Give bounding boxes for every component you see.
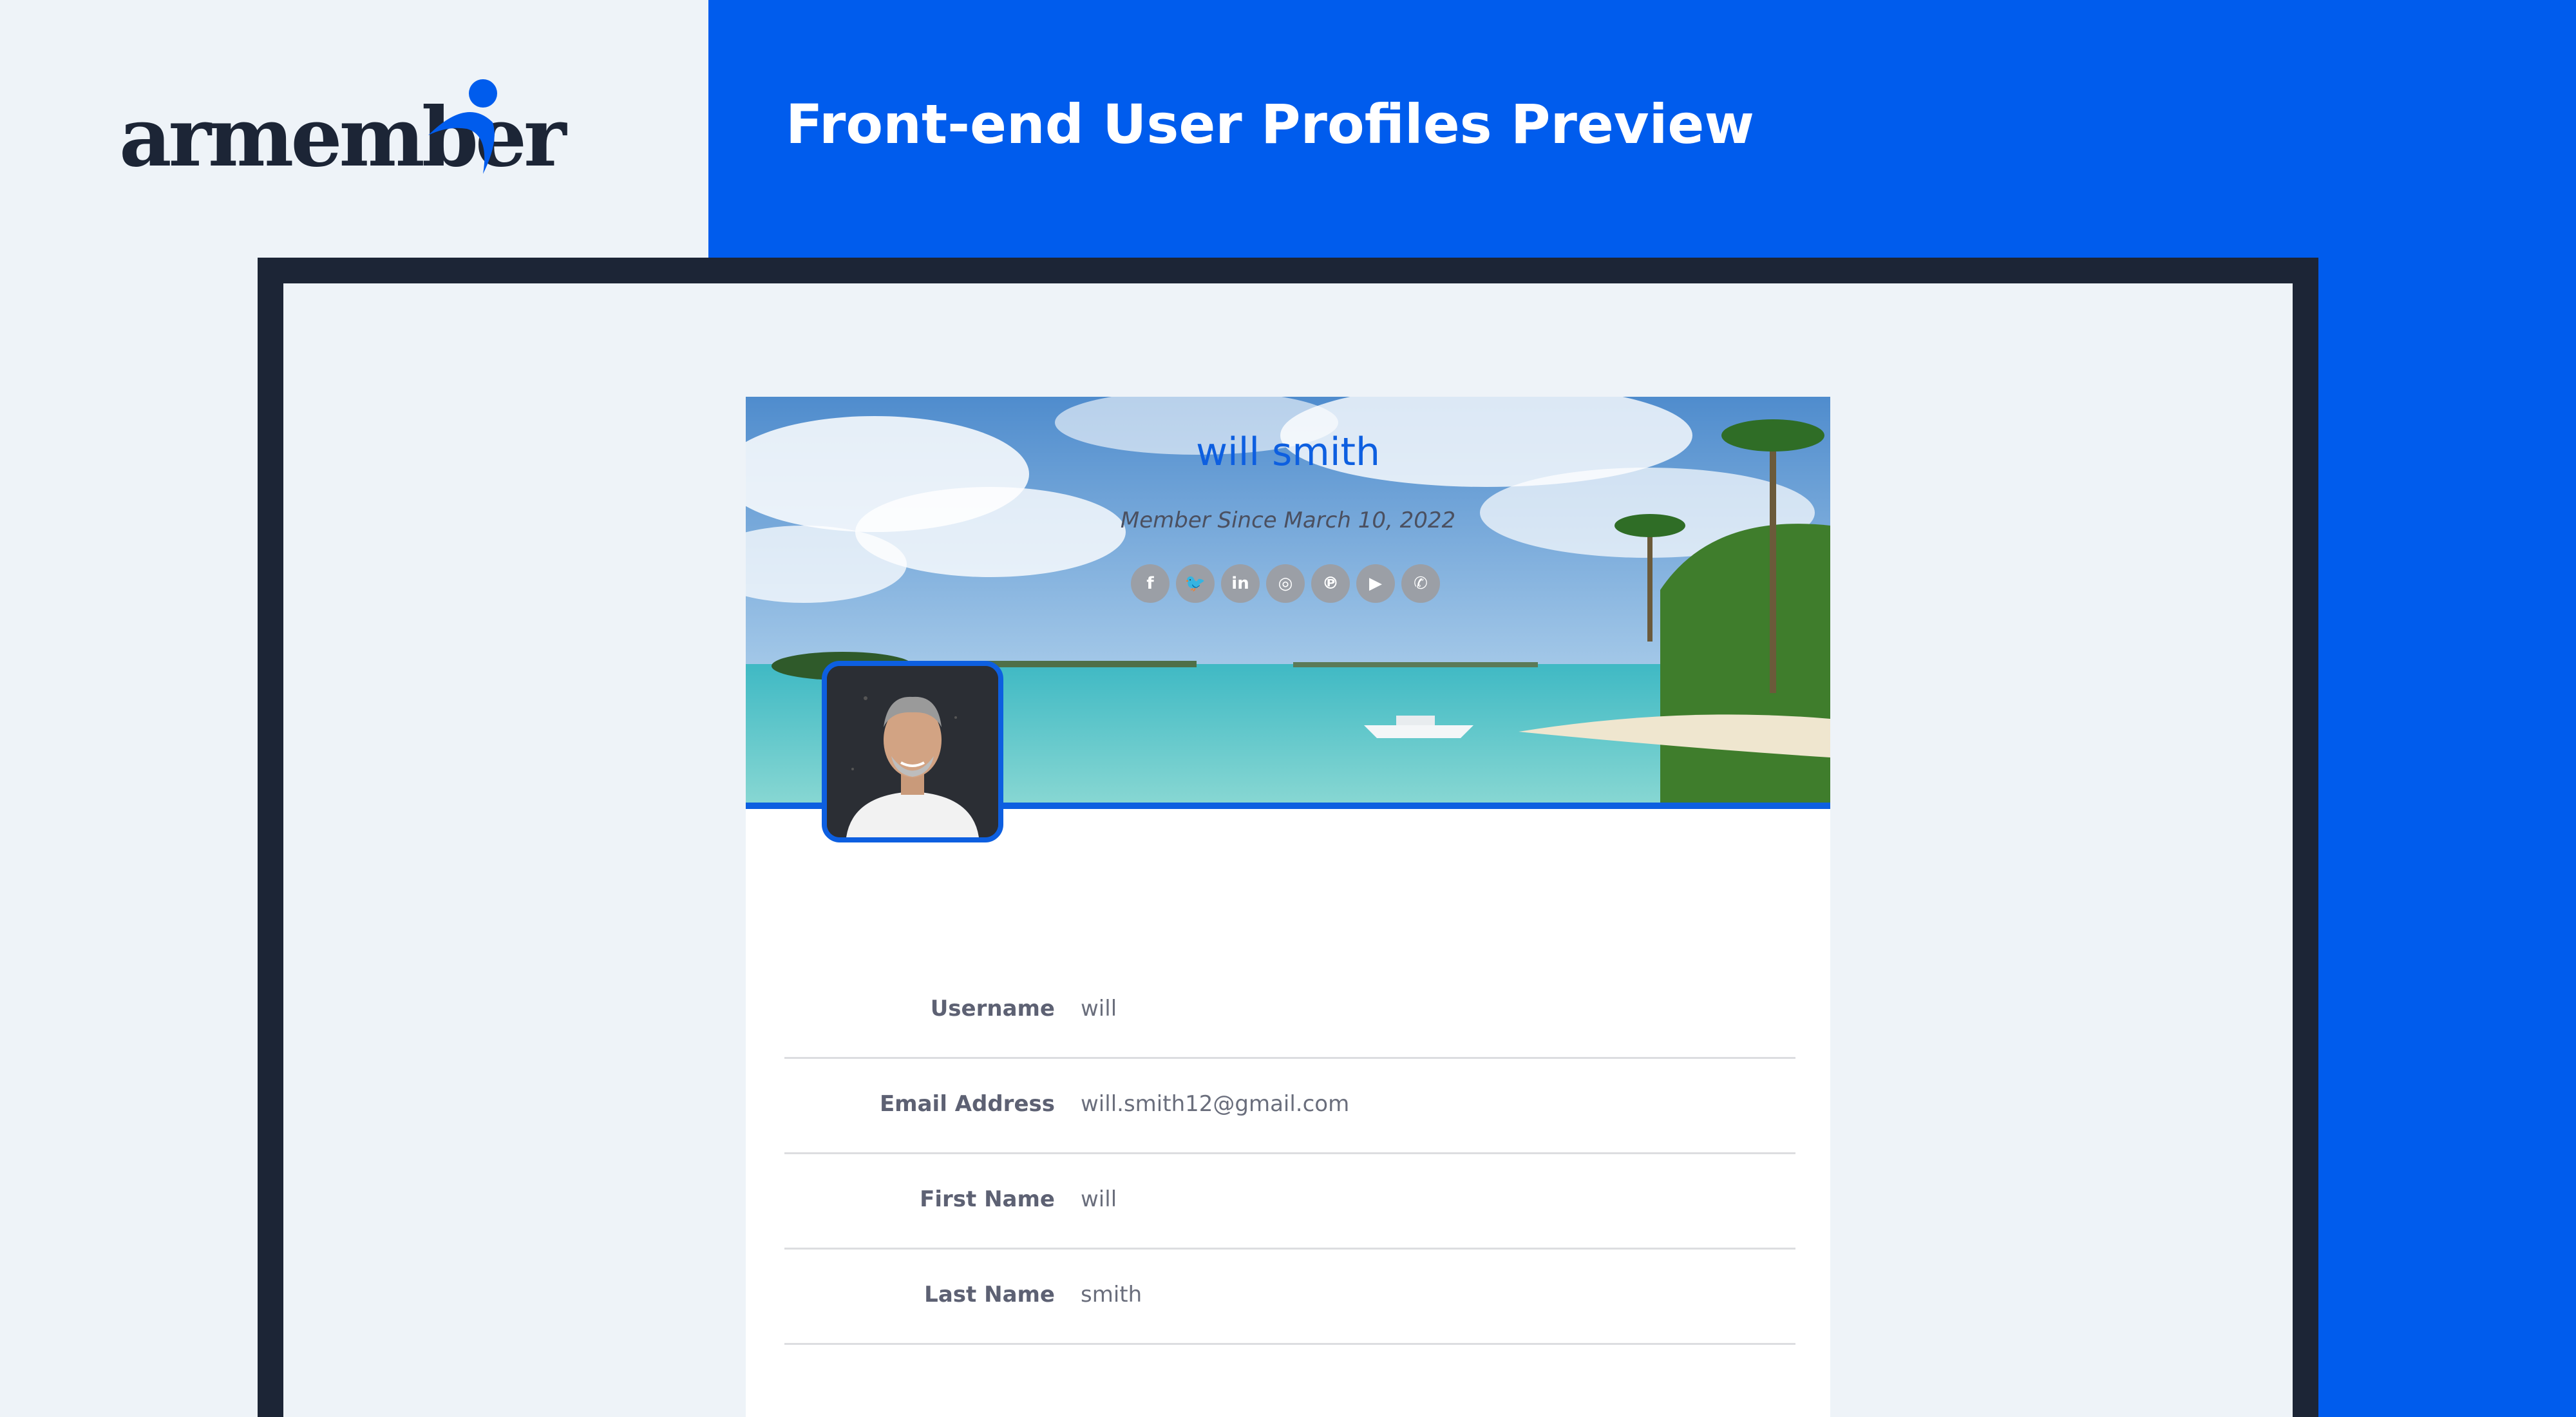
member-since-text: Member Since March 10, 2022 bbox=[1120, 508, 1456, 533]
armember-logo: armember bbox=[119, 71, 566, 180]
field-label: Email Address bbox=[879, 1091, 1055, 1117]
profile-fields: Username will Email Address will.smith12… bbox=[784, 964, 1795, 1345]
field-row-last-name: Last Name smith bbox=[784, 1250, 1795, 1345]
instagram-icon[interactable]: ◎ bbox=[1266, 564, 1305, 603]
field-value: will.smith12@gmail.com bbox=[1081, 1091, 1350, 1117]
field-value: will bbox=[1081, 1186, 1117, 1212]
field-label: First Name bbox=[920, 1186, 1055, 1212]
youtube-glyph: ▶ bbox=[1369, 574, 1382, 593]
linkedin-glyph: in bbox=[1231, 574, 1249, 593]
instagram-glyph: ◎ bbox=[1278, 574, 1293, 593]
field-row-email: Email Address will.smith12@gmail.com bbox=[784, 1059, 1795, 1154]
facebook-glyph: f bbox=[1146, 574, 1154, 593]
field-value: smith bbox=[1081, 1282, 1142, 1308]
linkedin-icon[interactable]: in bbox=[1221, 564, 1260, 603]
facebook-icon[interactable]: f bbox=[1131, 564, 1170, 603]
pinterest-glyph: ℗ bbox=[1322, 574, 1339, 593]
field-label: Username bbox=[930, 996, 1055, 1022]
youtube-icon[interactable]: ▶ bbox=[1356, 564, 1395, 603]
logo-figure-icon bbox=[428, 79, 497, 174]
profile-card: will smith Member Since March 10, 2022 f… bbox=[746, 397, 1830, 1417]
whatsapp-icon[interactable]: ✆ bbox=[1401, 564, 1440, 603]
pinterest-icon[interactable]: ℗ bbox=[1311, 564, 1350, 603]
twitter-glyph: 🐦 bbox=[1184, 574, 1206, 593]
field-row-first-name: First Name will bbox=[784, 1154, 1795, 1250]
profile-name: will smith bbox=[1195, 430, 1381, 475]
whatsapp-glyph: ✆ bbox=[1414, 574, 1428, 593]
page-title: Front-end User Profiles Preview bbox=[786, 93, 1755, 156]
avatar-portrait-image bbox=[827, 666, 998, 837]
field-value: will bbox=[1081, 996, 1117, 1022]
field-row-username: Username will bbox=[784, 964, 1795, 1059]
field-label: Last Name bbox=[924, 1282, 1055, 1308]
avatar[interactable] bbox=[822, 661, 1003, 842]
twitter-icon[interactable]: 🐦 bbox=[1176, 564, 1215, 603]
